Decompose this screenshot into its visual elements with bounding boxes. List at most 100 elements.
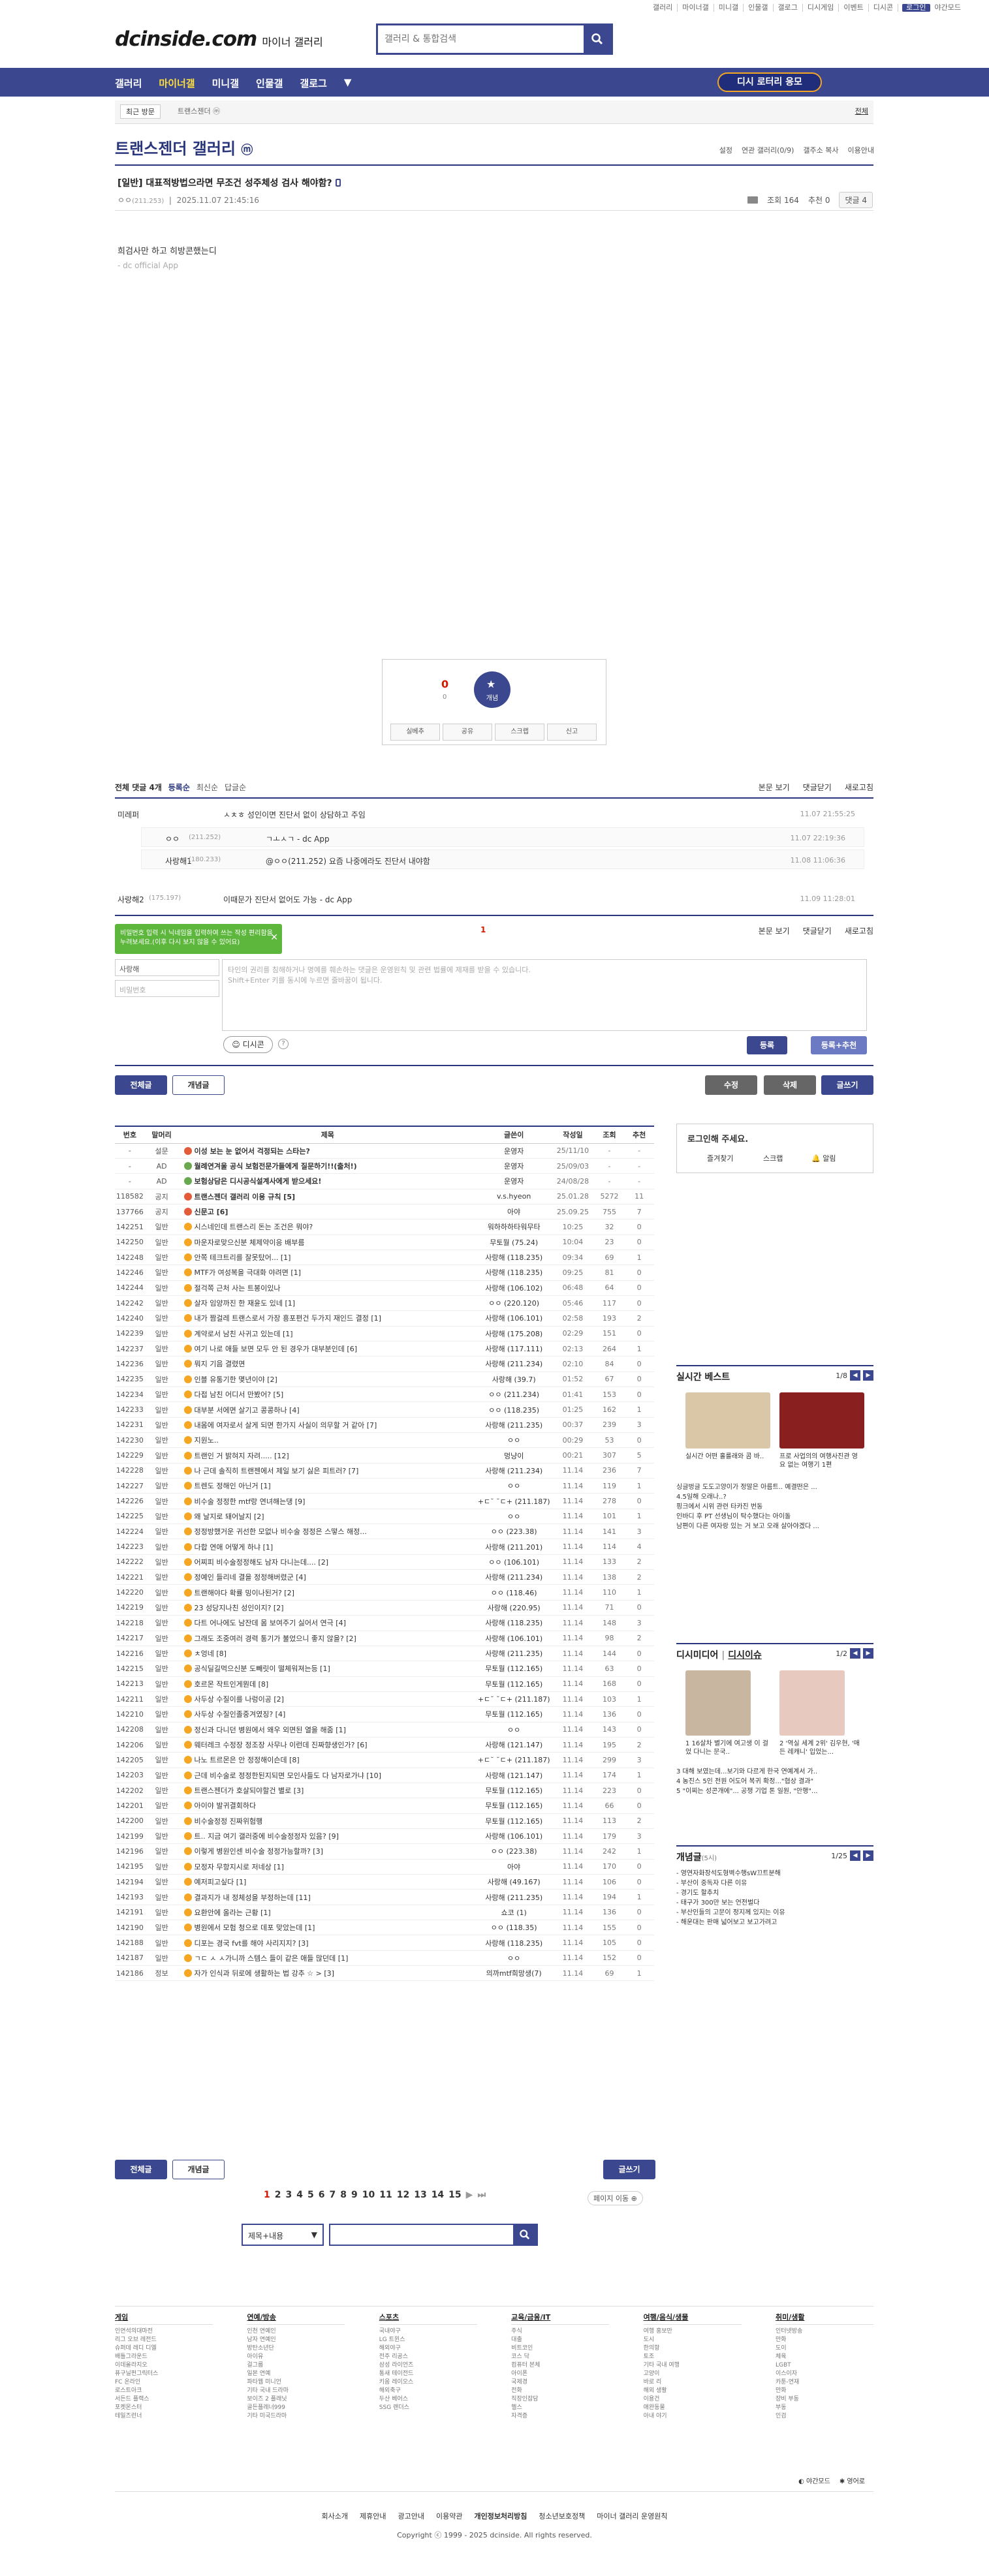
post-writer[interactable]: 무토월 (112.165) bbox=[477, 1783, 552, 1799]
post-writer[interactable]: ㅇㅇ bbox=[477, 1478, 552, 1494]
comment-sort-option[interactable]: 등록순 bbox=[168, 783, 190, 792]
close-icon[interactable]: ✕ bbox=[270, 933, 278, 942]
best-list-item[interactable]: 4.5일해 오래나..? bbox=[676, 1492, 819, 1502]
footer-link[interactable]: 아이폰 bbox=[511, 2370, 609, 2378]
post-title[interactable]: 이렇게 병원인센 비수술 정정가능할까? [3] bbox=[178, 1843, 477, 1860]
page-link[interactable]: 1 bbox=[264, 2190, 270, 2200]
footer-link[interactable]: 해외야구 bbox=[379, 2344, 477, 2353]
post-writer[interactable]: 사랑해 (121.147) bbox=[477, 1768, 552, 1783]
footer-link[interactable]: 퓨구닐펀그릭터스 bbox=[115, 2370, 213, 2378]
post-writer[interactable]: 멍냥이 bbox=[477, 1447, 552, 1464]
footer-link[interactable]: 방탄소년단 bbox=[247, 2344, 345, 2353]
top-link[interactable]: 인물갤 bbox=[744, 4, 774, 12]
footer-link[interactable]: 해외 생활 bbox=[644, 2387, 742, 2395]
post-title[interactable]: ㄱㄷ ㅅ ㅅ가니까 스템스 들이 같은 애들 많던데 [1] bbox=[178, 1950, 477, 1967]
best-list-item[interactable]: 인바디 후 PT 선생님이 탁수했다는 아이돌 bbox=[676, 1512, 819, 1522]
post-writer[interactable]: 사랑해 (211.234) bbox=[477, 1356, 552, 1372]
footer-link[interactable]: 주식 bbox=[511, 2327, 609, 2336]
footer-link[interactable]: 서든드 플랙스 bbox=[115, 2395, 213, 2404]
folder-icon[interactable] bbox=[747, 196, 759, 204]
comment-sort-option[interactable]: 최신순 bbox=[196, 783, 218, 792]
post-title[interactable]: 정신과 다니던 병원에서 왜우 외면된 열을 해줌 [1] bbox=[178, 1722, 477, 1738]
footer-link[interactable]: 인천 연예인 bbox=[247, 2327, 345, 2336]
recommend-action-button[interactable]: 신고 bbox=[547, 724, 597, 741]
post-writer[interactable]: ㅇㅇ bbox=[477, 1950, 552, 1967]
post-writer[interactable]: 사랑해 (118.235) bbox=[477, 1250, 552, 1266]
post-author[interactable]: ㅇㅇ bbox=[118, 196, 132, 205]
footer-link[interactable]: 기타 미국드라마 bbox=[247, 2412, 345, 2421]
page-link[interactable]: 5 bbox=[307, 2190, 314, 2200]
footer-link[interactable]: 토조 bbox=[644, 2353, 742, 2361]
post-writer[interactable]: 사랑해 (106.101) bbox=[477, 1310, 552, 1326]
post-title[interactable]: 비수술정정 진짜위험행 bbox=[178, 1813, 477, 1829]
top-link[interactable]: 마이너갤 bbox=[678, 4, 714, 12]
prev-icon[interactable]: ◀ bbox=[850, 1370, 860, 1381]
post-writer[interactable]: 쇼코 (1) bbox=[477, 1905, 552, 1921]
post-writer[interactable]: +ㄷ˘ ˘ㄷ+ (211.187) bbox=[477, 1752, 552, 1768]
post-title[interactable]: 호르몬 작트인게뭔데 [8] bbox=[178, 1676, 477, 1692]
post-title[interactable]: 어찌피 비수술정정해도 남자 다니는데.... [2] bbox=[178, 1554, 477, 1571]
post-title[interactable]: 이성 보는 눈 없어서 걱정되는 스타는? bbox=[178, 1143, 477, 1159]
footer-link[interactable]: 골든플레너999 bbox=[247, 2404, 345, 2412]
footer-link[interactable]: 통새 테이전드 bbox=[379, 2370, 477, 2378]
post-title[interactable]: 비수술 정정한 mtf랑 연녀해는댕 [9] bbox=[178, 1493, 477, 1509]
footer-link[interactable]: 코스 닥 bbox=[511, 2353, 609, 2361]
footer-link[interactable]: SSG 랜더스 bbox=[379, 2404, 477, 2412]
post-writer[interactable]: ㅇㅇ (223.38) bbox=[477, 1843, 552, 1860]
help-icon[interactable]: ? bbox=[278, 1039, 289, 1049]
post-title[interactable]: 시스네인데 트랜스리 돈는 조건은 뭐야? bbox=[178, 1219, 477, 1235]
footer-link[interactable]: LG 트윈스 bbox=[379, 2336, 477, 2344]
post-writer[interactable]: 사랑해 (118.235) bbox=[477, 1615, 552, 1631]
post-title[interactable]: 계약로서 남친 사귀고 있는데 [1] bbox=[178, 1326, 477, 1342]
post-title[interactable]: 트랜스젠더가 호살되야할건 별로 [3] bbox=[178, 1783, 477, 1799]
page-link[interactable]: 6 bbox=[319, 2190, 325, 2200]
favorites-link[interactable]: 즐겨찾기 bbox=[707, 1153, 733, 1163]
footer-link[interactable]: 인검 bbox=[776, 2412, 873, 2421]
top-link[interactable]: 야간모드 bbox=[930, 4, 965, 12]
footer-link[interactable]: 헬스 bbox=[511, 2404, 609, 2412]
chevron-down-icon[interactable]: ▼ bbox=[344, 76, 352, 90]
post-title[interactable]: ㅊ엉네 [8] bbox=[178, 1646, 477, 1662]
footer-link[interactable]: 도이 bbox=[776, 2344, 873, 2353]
post-writer[interactable]: 무토월 (112.165) bbox=[477, 1661, 552, 1677]
best-list-item[interactable]: 핑크에서 시위 관련 타카진 번동 bbox=[676, 1502, 819, 1512]
search-input[interactable] bbox=[378, 25, 584, 53]
post-writer[interactable]: 사랑해 (211.234) bbox=[477, 1463, 552, 1479]
footer-link[interactable]: 카툰-연재 bbox=[776, 2378, 873, 2387]
post-title[interactable]: 안쪽 테크트리를 잘못탔어... [1] bbox=[178, 1250, 477, 1266]
post-writer[interactable]: ㅇㅇ (118.35) bbox=[477, 1920, 552, 1936]
gnb-item[interactable]: 마이너갤 bbox=[159, 76, 195, 90]
next-page-icon[interactable]: ▶ bbox=[466, 2190, 473, 2200]
dc-list-item[interactable]: 3 대해 보였는데...보기와 다르게 한국 연예계서 가.. bbox=[676, 1767, 817, 1777]
post-writer[interactable]: +ㄷ˘ ˘ㄷ+ (211.187) bbox=[477, 1493, 552, 1509]
page-link[interactable]: 12 bbox=[397, 2190, 409, 2200]
concept-posts-button[interactable]: 개념글 bbox=[172, 1075, 225, 1095]
footer-bottom-link[interactable]: 회사소개 bbox=[322, 2511, 348, 2521]
post-title[interactable]: 아이야 발귀결회하다 bbox=[178, 1798, 477, 1814]
post-title[interactable]: 다합 연애 어떻게 하냐 [1] bbox=[178, 1539, 477, 1555]
next-icon[interactable]: ▶ bbox=[863, 1370, 873, 1381]
footer-link[interactable]: 남자 연예인 bbox=[247, 2336, 345, 2344]
comment-header-action[interactable]: 본문 보기 bbox=[759, 782, 790, 793]
post-title[interactable]: 왜 날지로 돼어날지 [2] bbox=[178, 1509, 477, 1525]
comment-submit-button[interactable]: 등록 bbox=[747, 1036, 787, 1054]
lottery-button[interactable]: 디시 로터리 응모 bbox=[717, 72, 822, 92]
post-writer[interactable]: ㅇㅇ (118.235) bbox=[477, 1402, 552, 1418]
footer-link[interactable]: 포켓몬스터 bbox=[115, 2404, 213, 2412]
comment-page[interactable]: 1 bbox=[480, 925, 486, 934]
post-writer[interactable]: 사랑해 (106.102) bbox=[477, 1280, 552, 1296]
post-title[interactable]: MTF가 여성복을 극대화 야려면 [1] bbox=[178, 1265, 477, 1281]
post-title[interactable]: 트랜스젠더 갤러리 이용 규칙 [5] bbox=[178, 1189, 477, 1204]
nickname-field[interactable]: 사랑해 bbox=[115, 959, 219, 976]
page-link[interactable]: 10 bbox=[362, 2190, 375, 2200]
page-link[interactable]: 9 bbox=[351, 2190, 358, 2200]
page-link[interactable]: 15 bbox=[448, 2190, 461, 2200]
best-thumb-text[interactable]: 실시간 어떤 홀룰래와 콤 바.. bbox=[685, 1452, 770, 1461]
footer-link[interactable]: 쟝비 부동 bbox=[776, 2395, 873, 2404]
post-title[interactable]: 내가 짬걸레 트랜스로서 가장 흥포편건 두가지 재인드 결정 [1] bbox=[178, 1310, 477, 1326]
footer-link[interactable]: 기타 국내 드라마 bbox=[247, 2387, 345, 2395]
bottom-search-input[interactable] bbox=[330, 2225, 513, 2245]
post-title[interactable]: 트랜인 거 밝혀지 자려..... [12] bbox=[178, 1447, 477, 1464]
search-button[interactable] bbox=[584, 25, 611, 53]
post-writer[interactable]: 운영자 bbox=[477, 1158, 552, 1174]
